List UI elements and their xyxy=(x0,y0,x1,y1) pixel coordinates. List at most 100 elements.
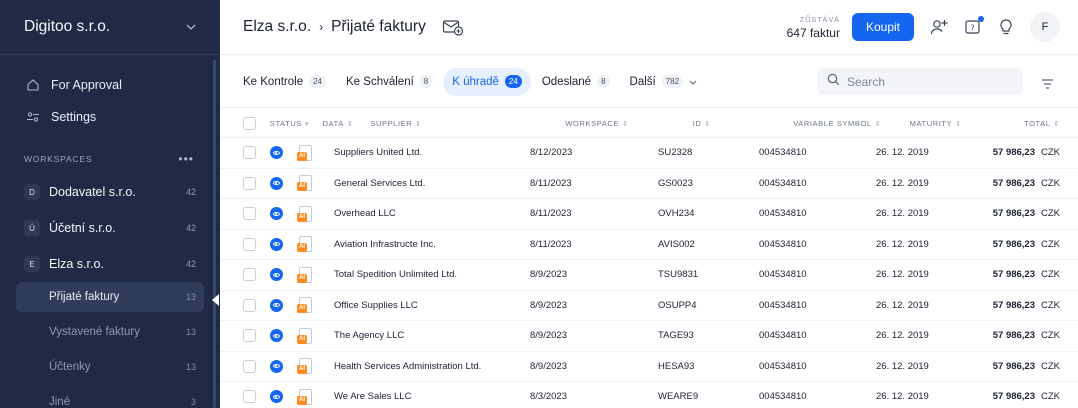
row-checkbox[interactable] xyxy=(243,207,256,221)
table-row[interactable]: AI We Are Sales LLC 8/3/2023 WEARE9 0045… xyxy=(220,382,1078,408)
sidebar-item-uctenky[interactable]: Účtenky 13 xyxy=(16,352,204,382)
total-currency: CZK xyxy=(1041,299,1060,311)
table-row[interactable]: AI The Agency LLC 8/9/2023 TAGE93 004534… xyxy=(220,321,1078,352)
total-amount: 57 986,23 xyxy=(992,238,1035,250)
mail-settings-icon[interactable] xyxy=(442,18,464,36)
row-checkbox[interactable] xyxy=(243,359,256,373)
eye-icon[interactable] xyxy=(270,298,283,312)
row-checkbox[interactable] xyxy=(243,390,256,404)
document-icon[interactable]: AI xyxy=(297,175,312,192)
chevron-down-icon[interactable] xyxy=(186,21,196,33)
document-icon[interactable]: AI xyxy=(297,266,312,283)
filter-icon[interactable] xyxy=(1041,76,1054,94)
variable-symbol-cell: 004534810 xyxy=(759,330,807,342)
status-cell xyxy=(270,237,299,251)
workspace-letter: E xyxy=(24,256,40,272)
table-row[interactable]: AI Office Supplies LLC 8/9/2023 OSUPP4 0… xyxy=(220,291,1078,321)
workspace-item-ucetni[interactable]: Ú Účetní s.r.o. 42 xyxy=(0,210,220,246)
ai-badge: AI xyxy=(297,212,307,222)
row-checkbox[interactable] xyxy=(243,268,256,282)
table-row[interactable]: AI Total Spedition Unlimited Ltd. 8/9/20… xyxy=(220,260,1078,291)
help-icon[interactable]: ? xyxy=(964,16,984,36)
column-status[interactable]: STATUS ▾ xyxy=(270,119,323,128)
table-row[interactable]: AI Overhead LLC 8/11/2023 OVH234 0045348… xyxy=(220,199,1078,230)
tab-odeslane[interactable]: Odeslané 8 xyxy=(533,68,619,96)
column-maturity[interactable]: MATURITY ⇕ xyxy=(910,119,1024,128)
document-icon[interactable]: AI xyxy=(297,236,312,253)
document-icon[interactable]: AI xyxy=(297,297,312,314)
document-icon[interactable]: AI xyxy=(297,327,312,344)
eye-icon[interactable] xyxy=(270,359,283,373)
column-label: MATURITY xyxy=(909,118,953,128)
search-box[interactable] xyxy=(817,68,1023,95)
more-icon[interactable]: ••• xyxy=(178,152,194,166)
home-icon xyxy=(26,78,42,92)
tab-ke-schvaleni[interactable]: Ke Schválení 8 xyxy=(337,68,441,96)
column-id[interactable]: ID ⇕ xyxy=(693,119,793,128)
row-checkbox[interactable] xyxy=(243,329,256,343)
column-variable-symbol[interactable]: VARIABLE SYMBOL ⇕ xyxy=(793,119,909,128)
column-total[interactable]: TOTAL ⇕ xyxy=(1024,119,1078,128)
eye-icon[interactable] xyxy=(270,329,283,343)
workspace-letter: Ú xyxy=(24,220,40,236)
sidebar-item-vystavene-faktury[interactable]: Vystavené faktury 13 xyxy=(16,317,204,347)
row-checkbox[interactable] xyxy=(243,237,256,251)
document-icon[interactable]: AI xyxy=(297,358,312,375)
sidebar-item-jine[interactable]: Jiné 3 xyxy=(16,387,204,408)
eye-icon[interactable] xyxy=(270,268,283,282)
row-checkbox[interactable] xyxy=(243,298,256,312)
data-cell: AI xyxy=(297,236,334,253)
tab-k-uhrade[interactable]: K úhradě 24 xyxy=(443,67,531,96)
document-icon[interactable]: AI xyxy=(297,205,312,222)
org-switcher[interactable]: Digitoo s.r.o. xyxy=(0,0,220,55)
sidebar-item-prijate-faktury[interactable]: Přijaté faktury 13 xyxy=(16,282,204,312)
status-cell xyxy=(270,268,299,282)
table-row[interactable]: AI Aviation Infrastructe Inc. 8/11/2023 … xyxy=(220,230,1078,260)
total-cell: 57 986,23 CZK xyxy=(991,208,1078,219)
data-cell: AI xyxy=(297,297,334,314)
document-icon[interactable]: AI xyxy=(297,144,312,161)
column-supplier[interactable]: SUPPLIER ⇕ xyxy=(370,119,565,128)
table-row[interactable]: AI General Services Ltd. 8/11/2023 GS002… xyxy=(220,169,1078,199)
column-data[interactable]: DATA ⇕ xyxy=(323,119,371,128)
workspace-item-dodavatel[interactable]: D Dodavatel s.r.o. 42 xyxy=(0,174,220,210)
data-cell: AI xyxy=(297,388,334,405)
eye-icon[interactable] xyxy=(270,390,283,404)
nav-for-approval[interactable]: For Approval xyxy=(0,69,220,101)
workspace-item-elza[interactable]: E Elza s.r.o. 42 xyxy=(0,246,220,282)
table-row[interactable]: AI Health Services Administration Ltd. 8… xyxy=(220,352,1078,382)
breadcrumb: Elza s.r.o. › Přijaté faktury xyxy=(243,18,464,36)
eye-icon[interactable] xyxy=(270,146,283,160)
buy-button[interactable]: Koupit xyxy=(851,13,914,41)
tab-count: 24 xyxy=(309,75,327,88)
tab-dalsi[interactable]: Další 782 xyxy=(621,68,707,96)
table-row[interactable]: AI Suppliers United Ltd. 8/12/2023 SU232… xyxy=(220,138,1078,169)
document-icon[interactable]: AI xyxy=(297,388,312,405)
breadcrumb-workspace[interactable]: Elza s.r.o. xyxy=(243,18,311,36)
search-input[interactable] xyxy=(847,74,1007,89)
eye-icon[interactable] xyxy=(270,176,283,190)
lightbulb-icon[interactable] xyxy=(998,18,1014,36)
workspace-count: 42 xyxy=(185,259,196,269)
svg-text:?: ? xyxy=(970,24,974,33)
row-checkbox[interactable] xyxy=(243,176,256,190)
total-cell: 57 986,23 CZK xyxy=(991,391,1078,402)
tab-count: 8 xyxy=(597,75,610,88)
workspace-name: Účetní s.r.o. xyxy=(49,221,116,235)
total-amount: 57 986,23 xyxy=(992,147,1035,159)
tab-ke-kontrole[interactable]: Ke Kontrole 24 xyxy=(234,68,335,96)
sidebar-scrollbar[interactable] xyxy=(213,60,216,408)
tab-label: Ke Kontrole xyxy=(243,75,304,88)
sort-icon: ⇕ xyxy=(1053,120,1060,128)
nav-settings[interactable]: Settings xyxy=(0,101,220,133)
add-user-icon[interactable] xyxy=(930,18,948,36)
row-checkbox[interactable] xyxy=(243,146,256,160)
select-all-checkbox[interactable] xyxy=(243,116,256,130)
avatar[interactable]: F xyxy=(1030,12,1060,42)
id-cell: GS0023 xyxy=(658,177,693,189)
workspaces-heading: WORKSPACES ••• xyxy=(0,150,220,168)
eye-icon[interactable] xyxy=(270,237,283,251)
total-amount: 57 986,23 xyxy=(992,208,1035,220)
column-workspace[interactable]: WORKSPACE ⇕ xyxy=(565,119,692,128)
eye-icon[interactable] xyxy=(270,207,283,221)
